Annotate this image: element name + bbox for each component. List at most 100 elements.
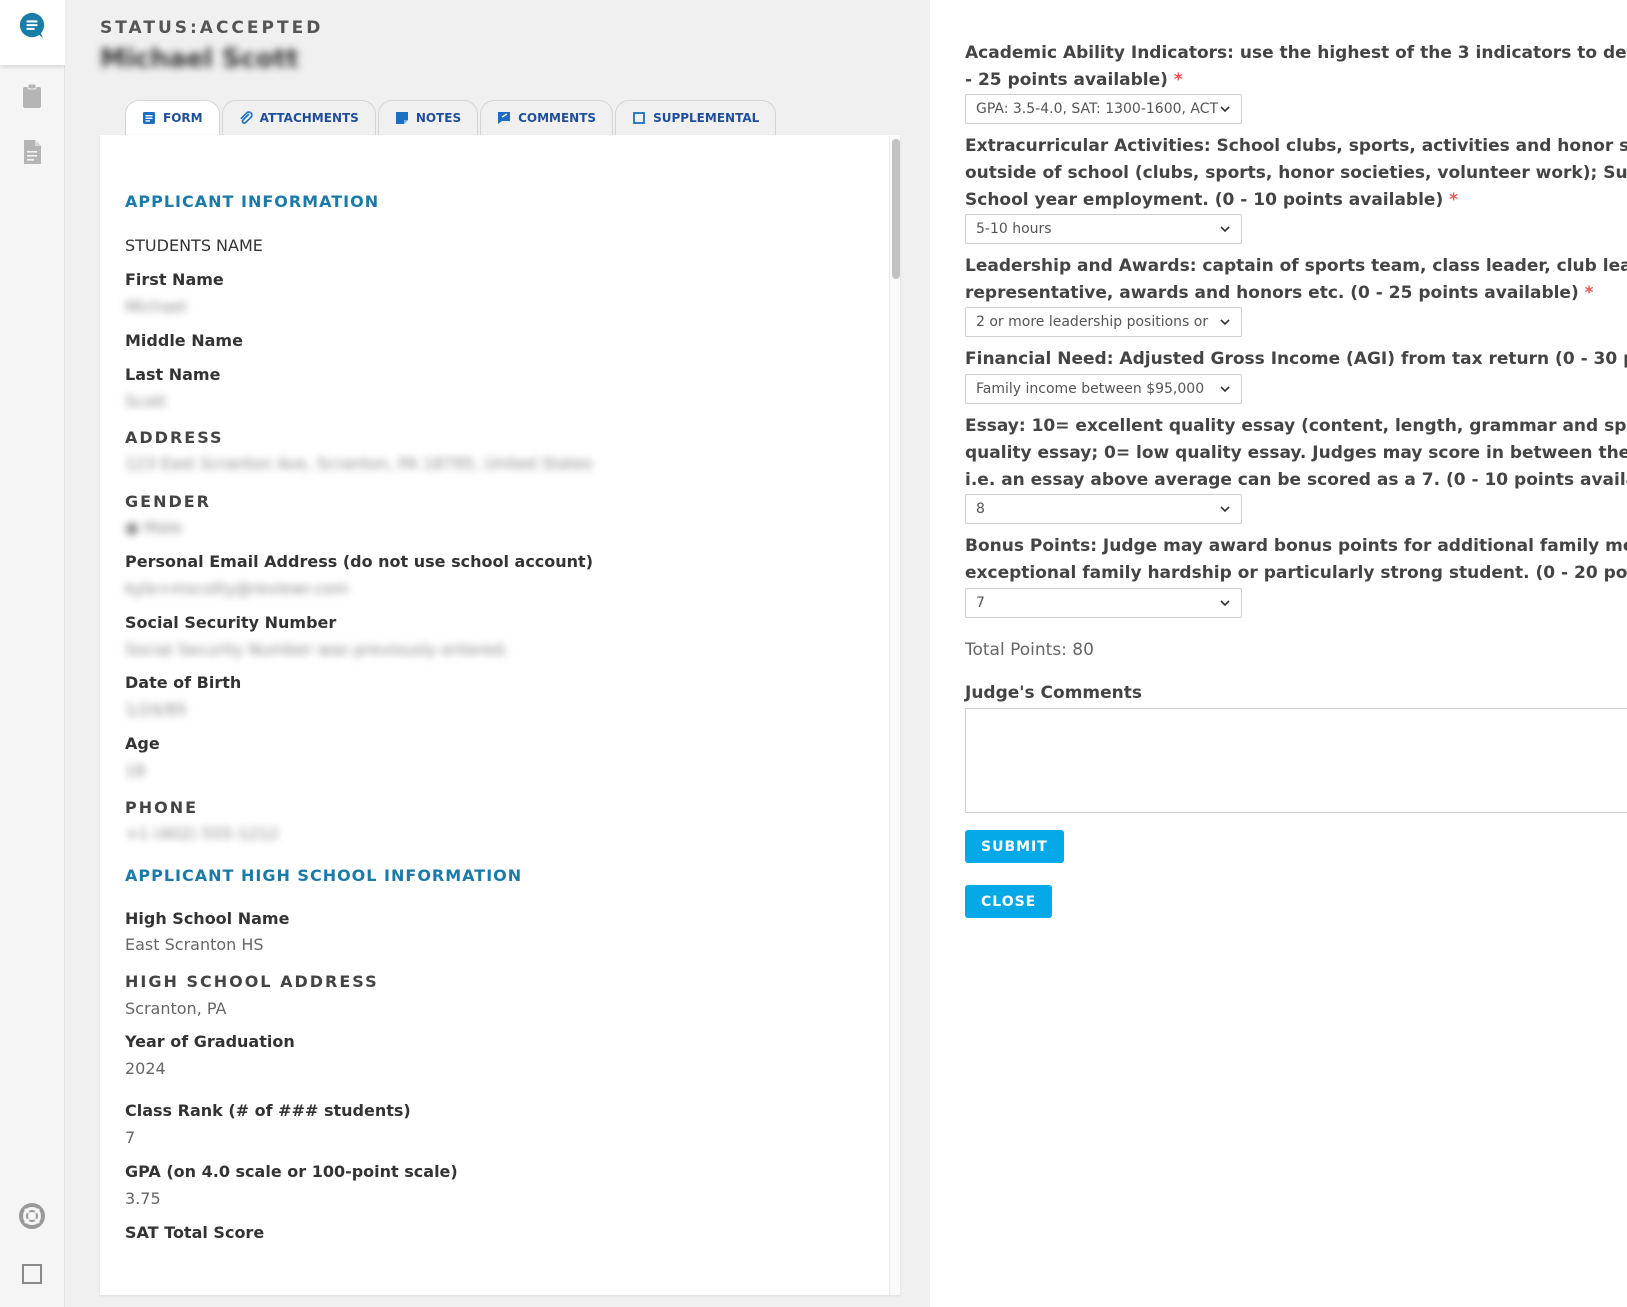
gender-value: ● Male [125, 518, 182, 537]
bonus-points-select[interactable]: 7 [965, 588, 1242, 618]
document-icon[interactable] [18, 138, 46, 166]
tab-bar: FORM ATTACHMENTS NOTES COMMENTS SUPPLEME… [125, 100, 778, 135]
last-name-value: Scott [125, 392, 167, 411]
required-marker: * [1584, 283, 1594, 303]
nav-rail [0, 0, 65, 1307]
tab-notes[interactable]: NOTES [377, 100, 479, 135]
tab-supplemental[interactable]: SUPPLEMENTAL [615, 100, 777, 135]
chevron-down-icon [1220, 319, 1230, 326]
question-line: Leadership and Awards: captain of sports… [965, 256, 1627, 276]
essay-score-select[interactable]: 8 [965, 494, 1242, 524]
leadership-select[interactable]: 2 or more leadership positions or [965, 307, 1242, 337]
help-lifebuoy-icon[interactable] [18, 1202, 46, 1230]
dob-value: 1/24/85 [125, 700, 187, 719]
age-value: 18 [125, 761, 146, 780]
chevron-down-icon [1220, 506, 1230, 513]
ssn-label: Social Security Number [125, 613, 337, 632]
note-icon [395, 111, 409, 125]
essay-question: Essay: 10= excellent quality essay (cont… [965, 413, 1627, 494]
question-line: Essay: 10= excellent quality essay (cont… [965, 416, 1627, 436]
academic-ability-select[interactable]: GPA: 3.5-4.0, SAT: 1300-1600, ACT [965, 94, 1242, 124]
phone-value: +1 (402) 555-1212 [125, 824, 279, 843]
scoring-pane: Academic Ability Indicators: use the hig… [930, 0, 1627, 1307]
extracurricular-question: Extracurricular Activities: School clubs… [965, 133, 1627, 214]
chevron-down-icon [1220, 106, 1230, 113]
required-marker: * [1173, 70, 1183, 90]
total-points: Total Points: 80 [965, 640, 1094, 660]
clipboard-icon[interactable] [18, 82, 46, 110]
academic-ability-question: Academic Ability Indicators: use the hig… [965, 40, 1627, 94]
dob-label: Date of Birth [125, 673, 242, 692]
form-scrollbar[interactable] [889, 135, 900, 1295]
high-school-info-heading: APPLICANT HIGH SCHOOL INFORMATION [125, 866, 523, 885]
question-line: School year employment. (0 - 10 points a… [965, 190, 1459, 210]
email-value: kyle+mscotty@reviewr.com [125, 579, 349, 598]
selected-value: GPA: 3.5-4.0, SAT: 1300-1600, ACT [976, 101, 1219, 117]
application-form: APPLICANT INFORMATION STUDENTS NAME Firs… [100, 135, 900, 1295]
middle-name-label: Middle Name [125, 331, 243, 350]
tab-attachments[interactable]: ATTACHMENTS [221, 100, 376, 135]
email-label: Personal Email Address (do not use schoo… [125, 552, 594, 571]
class-rank-value: 7 [125, 1128, 136, 1147]
tab-label: ATTACHMENTS [259, 111, 359, 125]
selected-value: 5-10 hours [976, 221, 1052, 237]
selected-value: Family income between $95,000 [976, 381, 1205, 397]
leadership-question: Leadership and Awards: captain of sports… [965, 253, 1627, 307]
phone-label: PHONE [125, 798, 199, 817]
first-name-value: Michael [125, 297, 187, 316]
scrollbar-thumb[interactable] [892, 139, 900, 279]
required-marker: * [1449, 190, 1459, 210]
judges-comments-input[interactable] [965, 708, 1627, 813]
close-button[interactable]: CLOSE [965, 885, 1053, 918]
applicant-info-heading: APPLICANT INFORMATION [125, 192, 380, 211]
question-line: Extracurricular Activities: School clubs… [965, 136, 1627, 156]
applicant-name: Michael Scott [100, 44, 299, 74]
high-school-name-value: East Scranton HS [125, 935, 264, 954]
graduation-year-label: Year of Graduation [125, 1032, 295, 1051]
gender-label: GENDER [125, 492, 211, 511]
tab-form[interactable]: FORM [125, 100, 220, 135]
chevron-down-icon [1220, 386, 1230, 393]
last-name-label: Last Name [125, 365, 221, 384]
students-name-label: STUDENTS NAME [125, 236, 263, 255]
tab-label: COMMENTS [518, 111, 597, 125]
high-school-address-value: Scranton, PA [125, 999, 227, 1018]
paperclip-icon [239, 111, 253, 125]
age-label: Age [125, 734, 160, 753]
comment-icon [497, 111, 511, 125]
status-label: STATUS:ACCEPTED [100, 18, 324, 38]
applicant-pane: STATUS:ACCEPTED Michael Scott FORM ATTAC… [65, 0, 930, 1307]
financial-need-question: Financial Need: Adjusted Gross Income (A… [965, 346, 1627, 373]
extracurricular-select[interactable]: 5-10 hours [965, 214, 1242, 244]
financial-need-select[interactable]: Family income between $95,000 [965, 374, 1242, 404]
question-line: representative, awards and honors etc. (… [965, 283, 1594, 303]
first-name-label: First Name [125, 270, 224, 289]
question-line: Academic Ability Indicators: use the hig… [965, 43, 1627, 63]
question-line: Financial Need: Adjusted Gross Income (A… [965, 349, 1627, 369]
chevron-down-icon [1220, 226, 1230, 233]
tab-label: FORM [163, 111, 203, 125]
address-value: 123 East Scranton Ave, Scranton, PA 1879… [125, 454, 593, 473]
bonus-points-question: Bonus Points: Judge may award bonus poin… [965, 533, 1627, 587]
chat-logo-icon[interactable] [18, 12, 46, 40]
selected-value: 2 or more leadership positions or [976, 314, 1209, 330]
gpa-label: GPA (on 4.0 scale or 100-point scale) [125, 1162, 458, 1181]
selected-value: 8 [976, 501, 985, 517]
tab-label: NOTES [415, 111, 462, 125]
tab-comments[interactable]: COMMENTS [480, 100, 614, 135]
question-line: i.e. an essay above average can be score… [965, 470, 1627, 490]
question-line: quality essay; 0= low quality essay. Jud… [965, 443, 1627, 463]
tab-label: SUPPLEMENTAL [653, 111, 760, 125]
selected-value: 7 [976, 595, 985, 611]
window-icon[interactable] [18, 1260, 46, 1288]
graduation-year-value: 2024 [125, 1059, 166, 1078]
high-school-name-label: High School Name [125, 909, 290, 928]
question-line: exceptional family hardship or particula… [965, 563, 1627, 583]
ssn-value: Social Security Number was previously en… [125, 640, 509, 659]
submit-button[interactable]: SUBMIT [965, 830, 1064, 863]
square-icon [632, 111, 646, 125]
address-label: ADDRESS [125, 428, 224, 447]
question-line: outside of school (clubs, sports, honor … [965, 163, 1627, 183]
high-school-address-label: HIGH SCHOOL ADDRESS [125, 972, 379, 991]
question-line: - 25 points available) * [965, 70, 1183, 90]
